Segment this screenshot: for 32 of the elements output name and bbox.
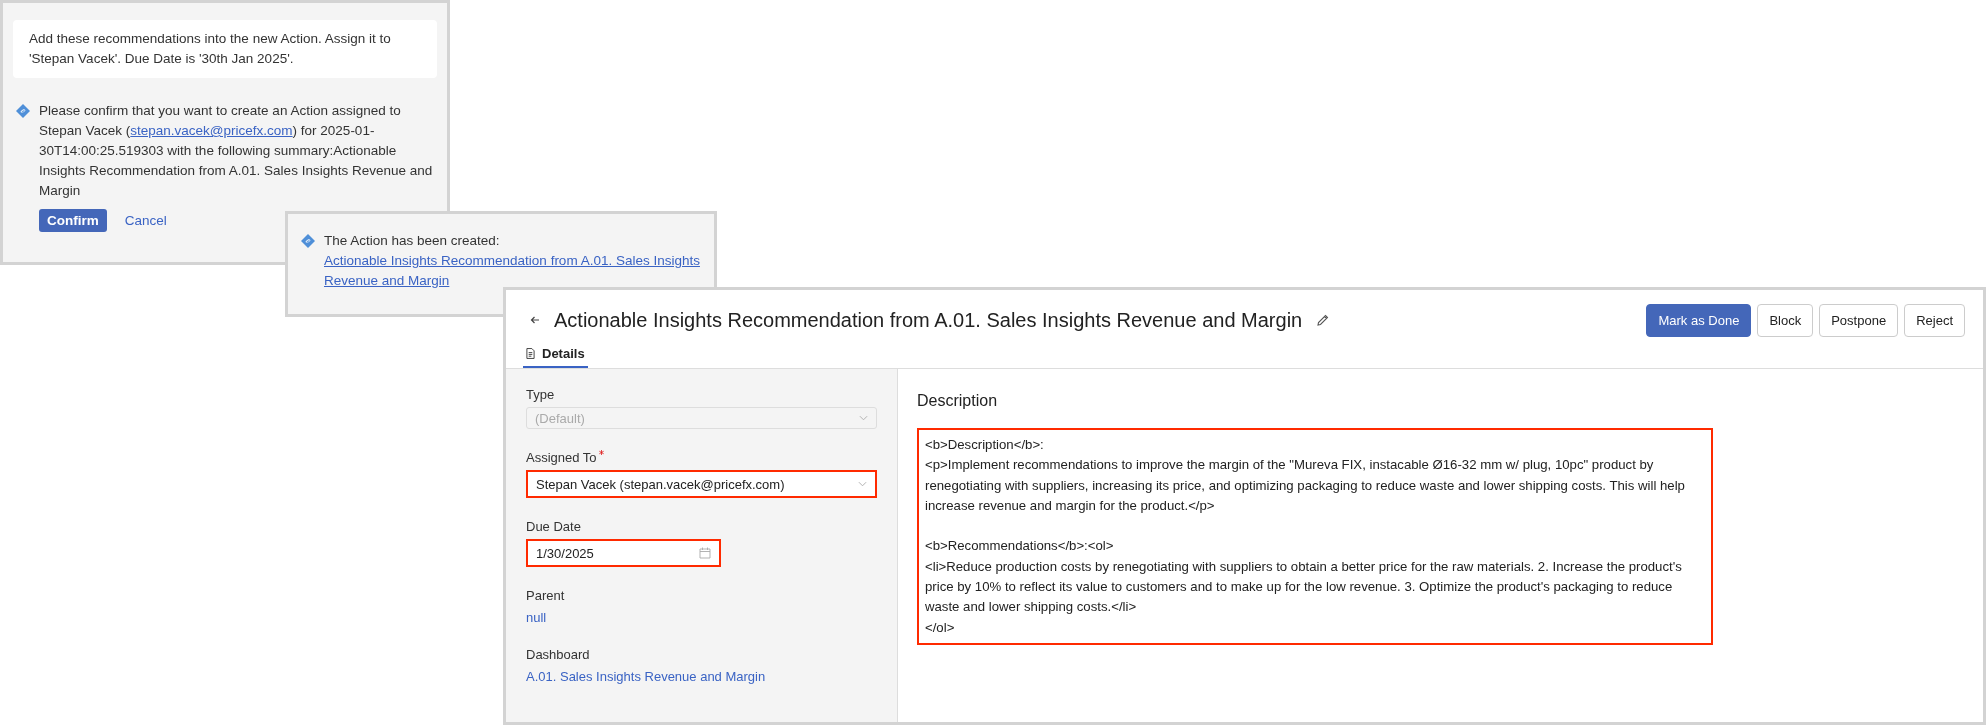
field-label: Parent: [526, 588, 565, 603]
assistant-icon: [16, 104, 30, 118]
document-icon: [526, 348, 535, 359]
confirm-button[interactable]: Confirm: [39, 209, 107, 232]
action-button[interactable]: Block: [1757, 303, 1814, 337]
email-link[interactable]: stepan.vacek@pricefx.com: [130, 123, 293, 138]
action-button[interactable]: Mark as Done: [1646, 303, 1752, 337]
chevron-down-icon: [859, 415, 868, 421]
field-label: Dashboard: [526, 647, 590, 662]
calendar-icon: [699, 547, 711, 559]
pencil-icon[interactable]: [1316, 313, 1331, 327]
field-label: Assigned To: [526, 450, 597, 465]
user-message: Add these recommendations into the new Action. Assign it to 'Stepan Vacek'. Due Date is '30th Jan 2025'.: [13, 20, 437, 78]
action-button[interactable]: Reject: [1904, 303, 1965, 337]
field-link[interactable]: A.01. Sales Insights Revenue and Margin: [526, 669, 766, 684]
description-heading: Description: [917, 392, 999, 410]
assistant-icon: [301, 234, 315, 248]
select-field[interactable]: Stepan Vacek (stepan.vacek@pricefx.com): [526, 470, 877, 498]
action-title: Actionable Insights Recommendation from A.01. Sales Insights Revenue and Margin: [554, 308, 1303, 332]
date-field[interactable]: 1/30/2025: [526, 539, 721, 567]
action-link[interactable]: Actionable Insights Recommendation from A.01. Sales Insights Revenue and Margin: [324, 251, 704, 291]
action-button[interactable]: Postpone: [1819, 303, 1899, 337]
assistant-message: Please confirm that you want to create an Action assigned to Stepan Vacek (stepan.vacek@pricefx.com) for 2025-01-30T14:00:25.519303 with the following summary:Actionable Insights Recommendation from A.01. Sales Insights Revenue and Margin: [39, 102, 434, 200]
description-field[interactable]: <b>Description</b>: <p>Implement recommendations to improve the margin of the "Mureva FIX, instacable Ø16-32 mm w/ plug, 10pc" product by renegotiating with suppliers, increasing its price, and optimizing packaging to reduce waste and lower shipping costs. This will help increase revenue and margin for the product.</p> <b>Recommendations</b>:<ol> <li>Reduce production costs by renegotiating with suppliers to obtain a better price for the raw materials. 2. Increase the product's price by 10% to reflect its value to customers and to make up for the low revenue. 3. Optimize the product's packaging to reduce waste and lower shipping costs.</li> </ol>: [917, 428, 1713, 645]
chevron-down-icon: [858, 481, 867, 487]
field-label: Type: [526, 387, 555, 402]
cancel-button[interactable]: Cancel: [124, 213, 167, 228]
field-label: Due Date: [526, 519, 581, 534]
field-link[interactable]: null: [526, 610, 547, 625]
back-arrow-icon[interactable]: [530, 315, 540, 325]
notification-text: The Action has been created:: [324, 232, 501, 250]
required-icon: [598, 450, 604, 455]
